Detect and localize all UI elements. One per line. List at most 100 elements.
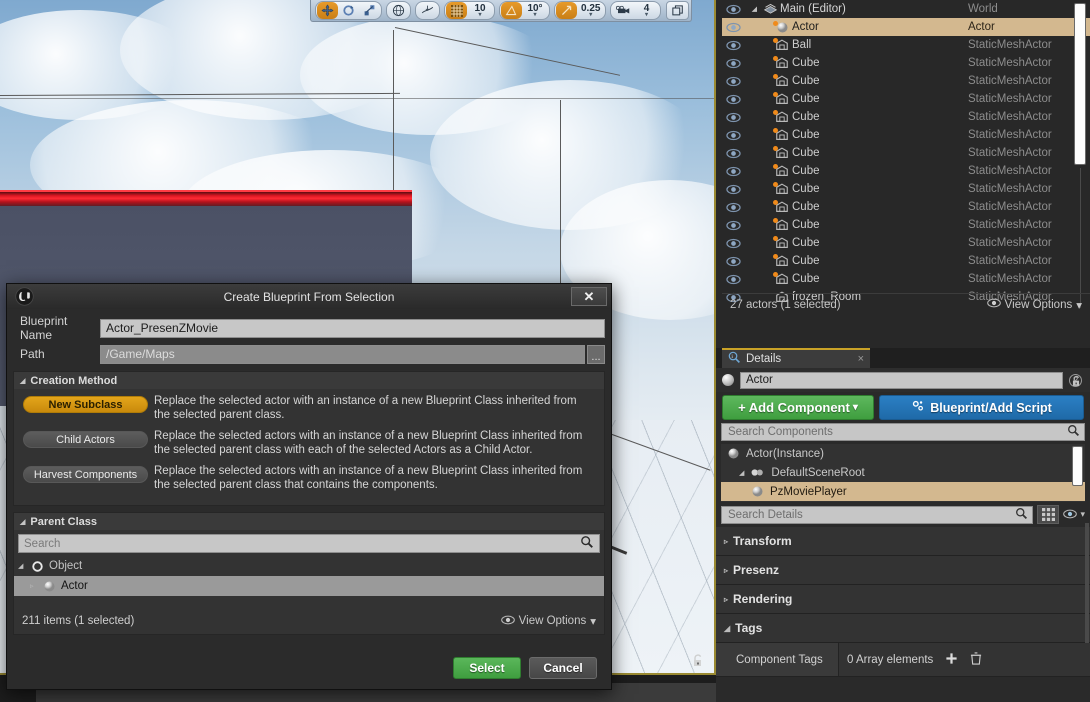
- scale-snap-icon[interactable]: [556, 2, 577, 19]
- plus-icon[interactable]: [945, 652, 958, 668]
- viewport-lock-icon[interactable]: [690, 653, 706, 669]
- creation-method-options[interactable]: New Subclass Replace the selected actor w…: [14, 389, 604, 505]
- search-details-input[interactable]: Search Details: [721, 505, 1034, 524]
- close-icon[interactable]: ✕: [571, 287, 607, 306]
- globe-icon[interactable]: [388, 2, 409, 19]
- rotate-icon[interactable]: [338, 2, 359, 19]
- component-tags-row[interactable]: Component Tags 0 Array elements: [716, 643, 1090, 677]
- toolbar-group-transform-modes[interactable]: [315, 1, 382, 20]
- eye-icon[interactable]: [722, 22, 744, 33]
- details-category-presenz[interactable]: ▹ Presenz: [716, 556, 1090, 585]
- toolbar-group-rotation-snap[interactable]: 10° ▾: [499, 1, 550, 20]
- path-input[interactable]: /Game/Maps: [100, 344, 585, 364]
- grid-icon[interactable]: [446, 2, 467, 19]
- eye-icon[interactable]: [722, 202, 744, 213]
- outliner-row-list[interactable]: ◢ Main (Editor) World Actor Actor Ball StaticM…: [722, 0, 1090, 306]
- eye-icon[interactable]: [722, 148, 744, 159]
- browse-path-button[interactable]: ...: [587, 344, 605, 364]
- component-tree[interactable]: Actor(Instance) ◢ DefaultSceneRoot PzMovieP…: [721, 444, 1085, 502]
- eye-icon[interactable]: [722, 238, 744, 249]
- add-component-button[interactable]: + Add Component ▾: [722, 395, 874, 420]
- outliner-row[interactable]: Cube StaticMeshActor: [722, 252, 1090, 270]
- toolbar-group-scale-snap[interactable]: 0.25 ▾: [554, 1, 607, 20]
- outliner-row[interactable]: Cube StaticMeshActor: [722, 162, 1090, 180]
- details-category-transform[interactable]: ▹ Transform: [716, 527, 1090, 556]
- scale-snap-value[interactable]: 0.25 ▾: [577, 2, 604, 19]
- eye-icon[interactable]: [722, 58, 744, 69]
- outliner-row[interactable]: Cube StaticMeshActor: [722, 144, 1090, 162]
- surface-snap-icon[interactable]: [417, 2, 438, 19]
- toolbar-group-camera-speed[interactable]: 4 ▾: [610, 1, 662, 20]
- rotation-snap-value[interactable]: 10° ▾: [522, 2, 548, 19]
- blueprint-name-input[interactable]: Actor_PresenZMovie: [100, 318, 605, 338]
- creation-method-pill[interactable]: Child Actors: [23, 431, 148, 448]
- outliner-scrollbar-thumb[interactable]: [1074, 3, 1086, 165]
- eye-icon[interactable]: [722, 4, 744, 15]
- blueprint-name-row[interactable]: Blueprint Name Actor_PresenZMovie: [13, 314, 605, 342]
- details-scrollbar[interactable]: [1085, 523, 1089, 643]
- outliner-row[interactable]: Cube StaticMeshActor: [722, 234, 1090, 252]
- parent-class-tree-row[interactable]: ▹ Actor: [14, 576, 604, 596]
- blueprint-add-script-button[interactable]: Blueprint/Add Script: [879, 395, 1084, 420]
- world-outliner[interactable]: ◢ Main (Editor) World Actor Actor Ball StaticM…: [722, 0, 1090, 315]
- expander-triangle-icon[interactable]: ▹: [30, 582, 38, 590]
- angle-icon[interactable]: [501, 2, 522, 19]
- eye-icon[interactable]: [722, 274, 744, 285]
- component-row[interactable]: Actor(Instance): [721, 444, 1085, 463]
- details-category-tags[interactable]: ◢ Tags: [716, 614, 1090, 643]
- details-view-options-button[interactable]: ▾: [1063, 506, 1085, 524]
- details-lock-icon[interactable]: [1069, 374, 1083, 389]
- expander-triangle-icon[interactable]: ◢: [739, 469, 744, 477]
- details-action-buttons[interactable]: + Add Component ▾ Blueprint/Add Script: [716, 392, 1090, 423]
- component-row[interactable]: PzMoviePlayer: [721, 482, 1085, 501]
- eye-icon[interactable]: [722, 130, 744, 141]
- eye-icon[interactable]: [722, 220, 744, 231]
- component-row-list[interactable]: Actor(Instance) ◢ DefaultSceneRoot PzMovieP…: [721, 444, 1085, 501]
- camera-icon[interactable]: [612, 2, 633, 19]
- tab-details[interactable]: i Details ×: [722, 348, 870, 368]
- create-blueprint-dialog[interactable]: Create Blueprint From Selection ✕ Bluepr…: [6, 283, 612, 690]
- creation-method-option[interactable]: Harvest Components Replace the selected a…: [17, 464, 601, 492]
- actor-name-input[interactable]: Actor: [740, 371, 1063, 389]
- outliner-row[interactable]: Ball StaticMeshActor: [722, 36, 1090, 54]
- details-category-rendering[interactable]: ▹ Rendering: [716, 585, 1090, 614]
- eye-icon[interactable]: [722, 94, 744, 105]
- component-tags-value-area[interactable]: 0 Array elements: [838, 643, 1090, 676]
- expander-triangle-icon[interactable]: ◢: [744, 5, 760, 13]
- outliner-row[interactable]: Cube StaticMeshActor: [722, 54, 1090, 72]
- dialog-title-bar[interactable]: Create Blueprint From Selection ✕: [7, 284, 611, 309]
- parent-class-tree[interactable]: ◢ Object ▹ Actor: [14, 556, 604, 596]
- parent-class-view-options-button[interactable]: View Options ▾: [500, 614, 596, 628]
- eye-icon[interactable]: [722, 256, 744, 267]
- move-icon[interactable]: [317, 2, 338, 19]
- trash-icon[interactable]: [970, 651, 982, 668]
- outliner-row[interactable]: Actor Actor: [722, 18, 1090, 36]
- outliner-scrollbar-track[interactable]: [1080, 168, 1081, 308]
- expander-triangle-icon[interactable]: ◢: [18, 562, 26, 570]
- toolbar-group-surface-snap[interactable]: [415, 1, 440, 20]
- dialog-buttons[interactable]: Select Cancel: [453, 657, 597, 679]
- creation-method-option[interactable]: New Subclass Replace the selected actor w…: [17, 394, 601, 422]
- camera-speed-value[interactable]: 4 ▾: [633, 2, 659, 19]
- eye-icon[interactable]: [722, 76, 744, 87]
- details-panel[interactable]: i Details × Actor ? + Add Component ▾ Bl…: [716, 348, 1090, 702]
- close-icon[interactable]: ×: [858, 353, 864, 365]
- outliner-row[interactable]: Cube StaticMeshActor: [722, 108, 1090, 126]
- toolbar-group-grid-snap[interactable]: 10 ▾: [444, 1, 495, 20]
- outliner-view-options-button[interactable]: View Options ▾: [986, 298, 1082, 312]
- details-search-row[interactable]: Search Details ▾: [716, 502, 1090, 527]
- creation-method-pill[interactable]: Harvest Components: [23, 466, 148, 483]
- cancel-button[interactable]: Cancel: [529, 657, 597, 679]
- eye-icon[interactable]: [722, 184, 744, 195]
- toolbar-group-coordinate-system[interactable]: [386, 1, 411, 20]
- eye-icon[interactable]: [722, 112, 744, 123]
- search-components-input[interactable]: Search Components: [721, 423, 1085, 441]
- select-button[interactable]: Select: [453, 657, 521, 679]
- viewport-toolbar[interactable]: 10 ▾ 10° ▾ 0.25 ▾ 4 ▾: [310, 0, 693, 22]
- parent-class-tree-row[interactable]: ◢ Object: [14, 556, 604, 576]
- outliner-row[interactable]: Cube StaticMeshActor: [722, 90, 1090, 108]
- outliner-row[interactable]: Cube StaticMeshActor: [722, 270, 1090, 288]
- grid-view-icon[interactable]: [1037, 505, 1060, 524]
- outliner-row[interactable]: ◢ Main (Editor) World: [722, 0, 1090, 18]
- maximize-icon[interactable]: [666, 1, 690, 20]
